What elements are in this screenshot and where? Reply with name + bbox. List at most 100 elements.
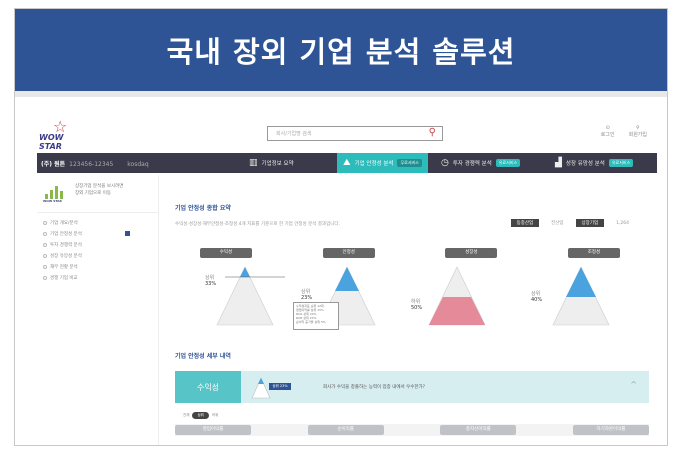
bar-chart-icon: WOW STAR <box>43 183 69 203</box>
pyramid-icon <box>428 266 486 326</box>
nav-item-label: 성장 유망성 분석 <box>565 161 605 167</box>
logo[interactable]: ☆ WOW STAR <box>39 117 83 151</box>
sidebar-item[interactable]: 성장 유망성 분석 <box>43 250 152 261</box>
rank-value: 40% <box>531 297 543 303</box>
chevron-up-icon[interactable]: ^ <box>630 380 637 389</box>
pyramid-icon <box>251 377 271 399</box>
rank-label: 상위 40% <box>531 291 542 303</box>
rank-label: 하위 50% <box>411 299 422 311</box>
summary-desc: 수익성·성장성·재무안정성·조정성 4개 지표를 기준으로 한 기업 안정성 분… <box>175 222 340 227</box>
category-label: 조정성 <box>567 248 620 258</box>
detail-title: 기업 안정성 세부 내역 <box>175 353 231 360</box>
search-icon[interactable]: ⚲ <box>429 127 436 138</box>
sidebar-item[interactable]: 재무 현황 분석 <box>43 261 152 272</box>
nav-item-growth[interactable]: ▟ 성장 유망성 분석 유료서비스 <box>549 153 639 173</box>
filter-pill[interactable]: 동종산업 <box>510 219 540 227</box>
panel-question: 회사가 수익을 창출하는 능력이 업종 내에서 우수한가? <box>323 385 426 390</box>
sidebar-header-line1: 상장기업 분석을 보시려면 <box>75 184 124 189</box>
rank-badge: 상위 23% <box>269 383 291 390</box>
nav-item-label: 기업정보 요약 <box>261 161 294 167</box>
search-placeholder: 회사/기업명 검색 <box>276 131 312 137</box>
nav-item-tag: 유료서비스 <box>495 159 521 167</box>
radio-icon <box>43 242 47 247</box>
nav-item-tag: 무료서비스 <box>397 159 422 167</box>
summary-desc-row: 수익성·성장성·재무안정성·조정성 4개 지표를 기준으로 한 기업 안정성 분… <box>175 219 645 231</box>
toggle-option-active[interactable]: 상위 <box>192 412 209 419</box>
rank-tooltip: 수익성지표 순위 12위 영업이익률 상위 15% ROA 상위 20% ROE… <box>293 302 339 330</box>
checkbox-icon[interactable] <box>125 231 130 236</box>
subtab[interactable]: 순이익률 <box>307 425 384 435</box>
rank-label: 상위 33% <box>205 275 216 287</box>
rank-value: 23% <box>301 295 313 301</box>
sidebar-item[interactable]: 경쟁 기업 비교 <box>43 272 152 283</box>
radio-icon <box>43 275 47 280</box>
accordion-panel[interactable]: 수익성 상위 23% 회사가 수익을 창출하는 능력이 업종 내에서 우수한가?… <box>175 371 649 403</box>
company-name: (주) 원튼 123456-12345 kosdaq <box>41 159 149 168</box>
summary-title: 기업 안정성 종합 요약 <box>175 205 231 212</box>
company-name-text: (주) 원튼 <box>41 161 66 168</box>
subtab[interactable]: 영업이익률 <box>175 425 251 435</box>
header-icons: ⊙ 로그인 ⚲ 회원가입 <box>601 125 647 138</box>
radio-icon <box>43 220 47 225</box>
subtab-row: 영업이익률 순이익률 총자산이익률 자기자본이익률 <box>175 424 649 436</box>
sidebar-item[interactable]: 기업 개요/분석 <box>43 217 152 228</box>
category-label: 안정성 <box>322 248 375 258</box>
triangle-chart: 하위 50% <box>411 265 501 327</box>
sidebar-item-label: 기업 안정성 분석 <box>50 231 82 237</box>
sidebar-item-label: 투자 경쟁력 분석 <box>50 242 82 248</box>
radio-icon <box>43 253 47 258</box>
radio-icon <box>43 231 47 236</box>
signup-label: 회원가입 <box>628 132 647 138</box>
panel-title: 수익성 <box>175 371 241 403</box>
nav-bar: (주) 원튼 123456-12345 kosdaq ▥ 기업정보 요약 ⛰ 기업 안정… <box>37 153 657 173</box>
clock-icon: ◷ <box>441 158 449 168</box>
sidebar-item-label: 기업 개요/분석 <box>50 220 78 226</box>
company-market: kosdaq <box>127 161 149 168</box>
slide-frame: 국내 장외 기업 분석 솔루션 ☆ WOW STAR 회사/기업명 검색 ⚲ ⊙… <box>14 8 668 446</box>
nav-item-competitiveness[interactable]: ◷ 투자 경쟁력 분석 유료서비스 <box>435 153 526 173</box>
sidebar-item-label: 재무 현황 분석 <box>50 264 78 270</box>
main-content: 기업 안정성 종합 요약 수익성·성장성·재무안정성·조정성 4개 지표를 기준… <box>165 175 657 445</box>
filter-pill[interactable]: 상장기업 <box>575 219 605 227</box>
login-button[interactable]: ⊙ 로그인 <box>601 125 615 138</box>
rank-label: 상위 23% <box>301 289 312 301</box>
nav-item-stability[interactable]: ⛰ 기업 안정성 분석 무료서비스 <box>337 153 428 173</box>
category-row: 수익성 안정성 성장성 조정성 <box>175 248 645 258</box>
nav-item-label: 투자 경쟁력 분석 <box>452 161 492 167</box>
subtab[interactable]: 총자산이익률 <box>440 425 517 435</box>
subtab[interactable]: 자기자본이익률 <box>572 425 649 435</box>
bar-chart-icon: ▟ <box>555 158 562 168</box>
filter-pills: 동종산업 전산업 상장기업 1,264 <box>510 219 635 227</box>
triangle-chart: 상위 33% <box>195 265 285 327</box>
sidebar-menu: 기업 개요/분석 기업 안정성 분석 투자 경쟁력 분석 성장 유망성 분석 재… <box>37 213 158 287</box>
login-icon: ⊙ <box>605 125 610 131</box>
app-screenshot: ☆ WOW STAR 회사/기업명 검색 ⚲ ⊙ 로그인 ⚲ 회원가입 (주) 원튼… <box>37 109 657 445</box>
rank-value: 33% <box>205 281 217 287</box>
filter-pill[interactable]: 전산업 <box>545 219 569 227</box>
toggle-option[interactable]: 하위 <box>212 413 218 418</box>
sidebar-item[interactable]: 투자 경쟁력 분석 <box>43 239 152 250</box>
category-label: 성장성 <box>445 248 498 258</box>
category-label: 수익성 <box>200 248 252 258</box>
sidebar-item-label: 경쟁 기업 비교 <box>50 275 78 281</box>
building-icon: ▥ <box>249 158 258 168</box>
nav-item-summary[interactable]: ▥ 기업정보 요약 <box>243 153 300 173</box>
sidebar: WOW STAR 상장기업 분석을 보시려면장외 기업으로 이동 기업 개요/분… <box>37 175 159 445</box>
sidebar-logo-text: WOW STAR <box>43 199 62 203</box>
sidebar-item[interactable]: 기업 안정성 분석 <box>43 228 152 239</box>
nav-item-label: 기업 안정성 분석 <box>354 161 394 167</box>
sidebar-item-label: 성장 유망성 분석 <box>50 253 82 259</box>
logo-text: WOW STAR <box>39 133 64 151</box>
rank-value: 50% <box>411 305 423 311</box>
search-input[interactable]: 회사/기업명 검색 ⚲ <box>267 126 443 141</box>
triangle-chart: 상위 40% <box>521 265 611 327</box>
nav-item-tag: 유료서비스 <box>608 159 634 167</box>
filter-count: 1,264 <box>616 220 629 226</box>
sidebar-header-line2: 장외 기업으로 이동 <box>75 191 111 196</box>
company-code: 123456-12345 <box>69 161 114 168</box>
sidebar-header[interactable]: WOW STAR 상장기업 분석을 보시려면장외 기업으로 이동 <box>37 175 158 213</box>
toggle-option[interactable]: 전체 <box>183 413 189 418</box>
banner-title: 국내 장외 기업 분석 솔루션 <box>15 9 667 97</box>
toggle-group: 전체 상위 하위 <box>183 412 218 419</box>
signup-button[interactable]: ⚲ 회원가입 <box>629 125 647 138</box>
